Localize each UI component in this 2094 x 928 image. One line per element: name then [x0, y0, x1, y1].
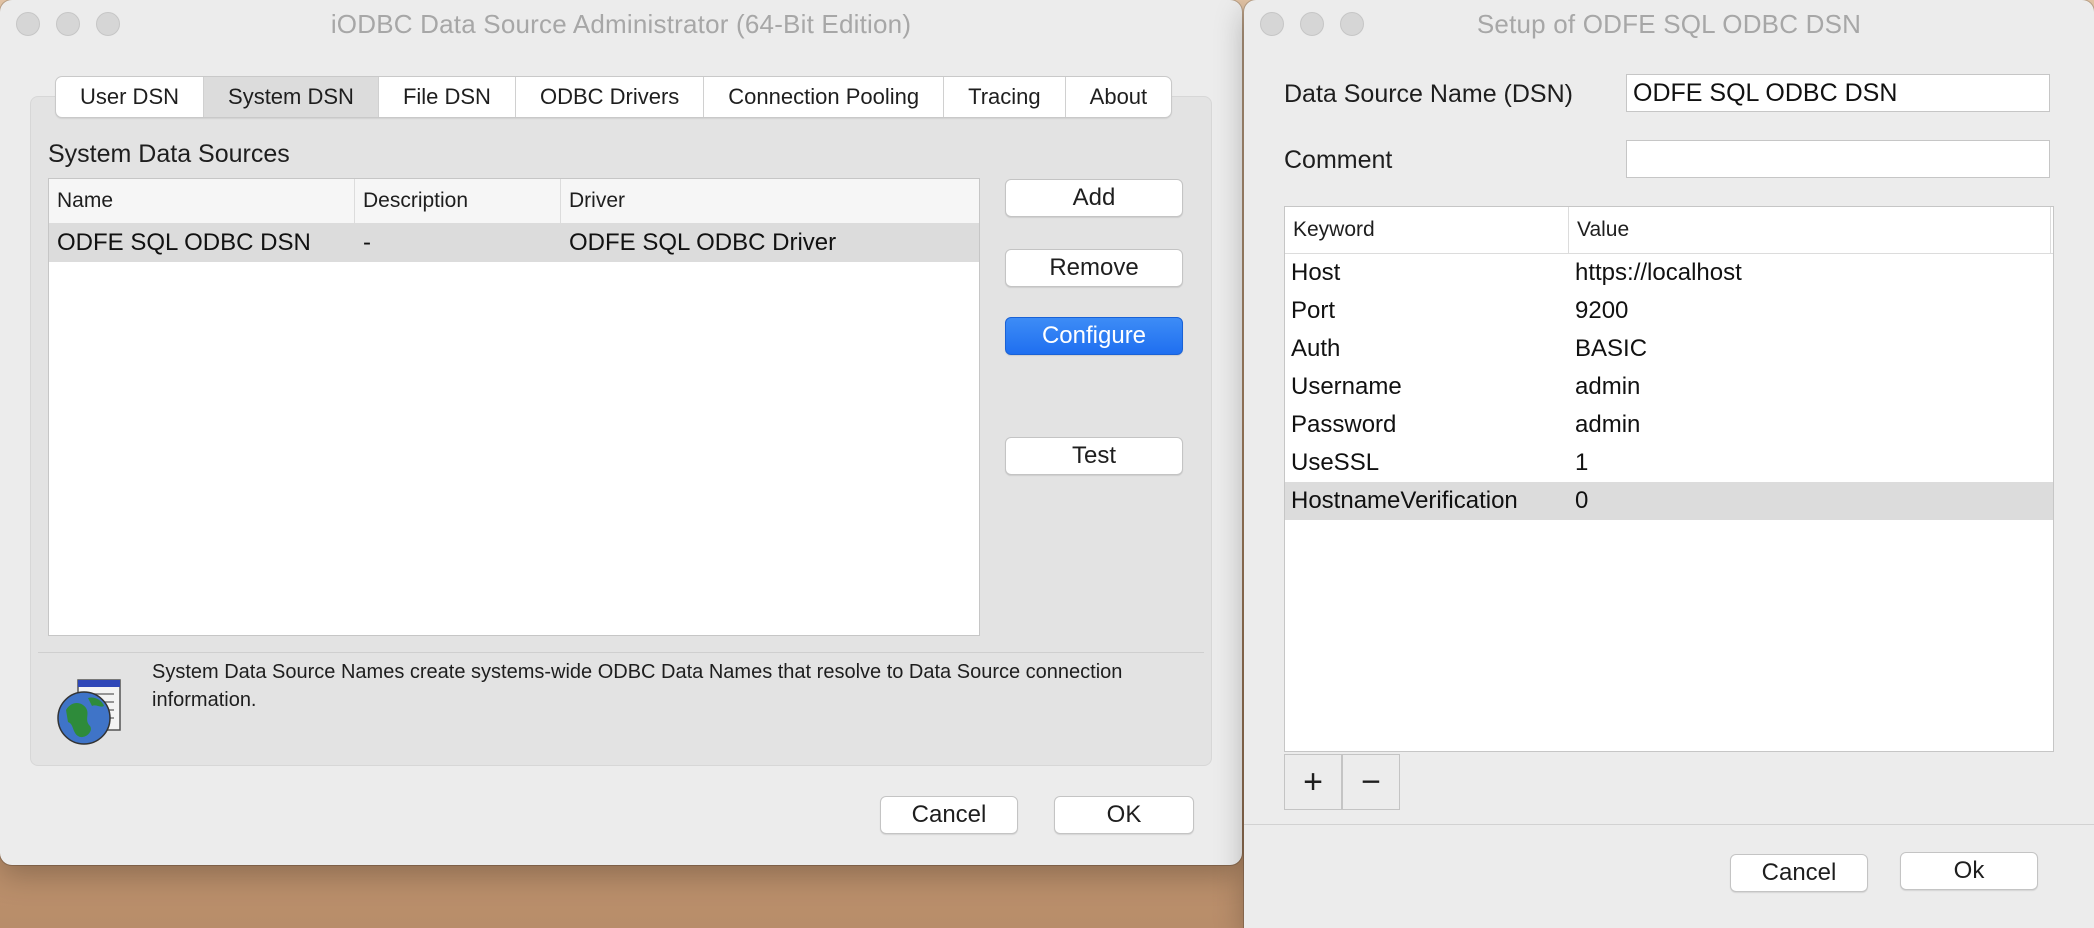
column-header-keyword[interactable]: Keyword — [1285, 207, 1569, 253]
globe-icon — [57, 679, 121, 745]
table-row[interactable]: ODFE SQL ODBC DSN - ODFE SQL ODBC Driver — [49, 224, 979, 262]
cancel-button[interactable]: Cancel — [1730, 854, 1868, 892]
table-row[interactable]: Auth BASIC — [1285, 330, 2053, 368]
tab-bar: User DSN System DSN File DSN ODBC Driver… — [55, 76, 1173, 118]
system-dsn-table: Name Description Driver ODFE SQL ODBC DS… — [48, 178, 980, 636]
keyword-cell: Port — [1291, 297, 1336, 324]
section-title: System Data Sources — [48, 140, 290, 168]
add-row-button[interactable]: + — [1284, 754, 1342, 810]
tab-user-dsn[interactable]: User DSN — [56, 77, 205, 117]
titlebar: Setup of ODFE SQL ODBC DSN — [1244, 0, 2094, 48]
value-cell: BASIC — [1575, 335, 1648, 362]
table-row[interactable]: Port 9200 — [1285, 292, 2053, 330]
tab-about[interactable]: About — [1066, 77, 1171, 117]
tab-odbc-drivers[interactable]: ODBC Drivers — [516, 77, 705, 117]
value-cell: admin — [1575, 373, 1641, 400]
dsn-driver-cell: ODFE SQL ODBC Driver — [569, 229, 837, 256]
window-title: iODBC Data Source Administrator (64-Bit … — [330, 9, 912, 39]
keyword-cell: Username — [1291, 373, 1402, 400]
value-cell: admin — [1575, 411, 1641, 438]
table-header: Name Description Driver — [49, 179, 979, 224]
odbc-admin-window: iODBC Data Source Administrator (64-Bit … — [0, 0, 1242, 865]
keyword-cell: Host — [1291, 259, 1341, 286]
tab-system-dsn[interactable]: System DSN — [204, 77, 379, 117]
value-cell: 9200 — [1575, 297, 1629, 324]
info-text: System Data Source Names create systems-… — [152, 661, 1123, 711]
comment-field[interactable] — [1626, 140, 2050, 178]
comment-label: Comment — [1284, 146, 1393, 174]
divider — [1244, 824, 2094, 825]
value-cell: https://localhost — [1575, 259, 1742, 286]
table-header: Keyword Value — [1285, 207, 2053, 254]
keyword-cell: Password — [1291, 411, 1397, 438]
window-title: Setup of ODFE SQL ODBC DSN — [1476, 9, 1862, 39]
value-cell: 1 — [1575, 449, 1589, 476]
dsn-description-cell: - — [363, 229, 371, 256]
tab-tracing[interactable]: Tracing — [944, 77, 1066, 117]
table-row[interactable]: UseSSL 1 — [1285, 444, 2053, 482]
table-row[interactable]: Host https://localhost — [1285, 254, 2053, 292]
titlebar: iODBC Data Source Administrator (64-Bit … — [0, 0, 1242, 48]
keyword-cell: Auth — [1291, 335, 1341, 362]
add-button[interactable]: Add — [1005, 179, 1183, 217]
value-cell: 0 — [1575, 487, 1589, 514]
divider — [38, 652, 1204, 653]
keyword-cell: HostnameVerification — [1291, 487, 1518, 514]
table-row[interactable]: Password admin — [1285, 406, 2053, 444]
column-header-name[interactable]: Name — [49, 179, 355, 223]
keyword-value-table: Keyword Value Host https://localhost Por… — [1284, 206, 2054, 752]
column-header-driver[interactable]: Driver — [561, 179, 977, 223]
cancel-button[interactable]: Cancel — [880, 796, 1018, 834]
table-row[interactable]: HostnameVerification 0 — [1285, 482, 2053, 520]
tab-file-dsn[interactable]: File DSN — [379, 77, 516, 117]
test-button[interactable]: Test — [1005, 437, 1183, 475]
keyword-cell: UseSSL — [1291, 449, 1380, 476]
dsn-label: Data Source Name (DSN) — [1284, 80, 1573, 108]
table-row[interactable]: Username admin — [1285, 368, 2053, 406]
tab-connection-pooling[interactable]: Connection Pooling — [704, 77, 945, 117]
column-header-description[interactable]: Description — [355, 179, 561, 223]
ok-button[interactable]: OK — [1054, 796, 1194, 834]
dsn-setup-window: Setup of ODFE SQL ODBC DSN Data Source N… — [1244, 0, 2094, 928]
remove-button[interactable]: Remove — [1005, 249, 1183, 287]
dsn-name-field[interactable]: ODFE SQL ODBC DSN — [1626, 74, 2050, 112]
column-header-value[interactable]: Value — [1569, 207, 2051, 253]
configure-button[interactable]: Configure — [1005, 317, 1183, 355]
dsn-name-cell: ODFE SQL ODBC DSN — [57, 229, 311, 256]
remove-row-button[interactable]: − — [1342, 754, 1400, 810]
ok-button[interactable]: Ok — [1900, 852, 2038, 890]
